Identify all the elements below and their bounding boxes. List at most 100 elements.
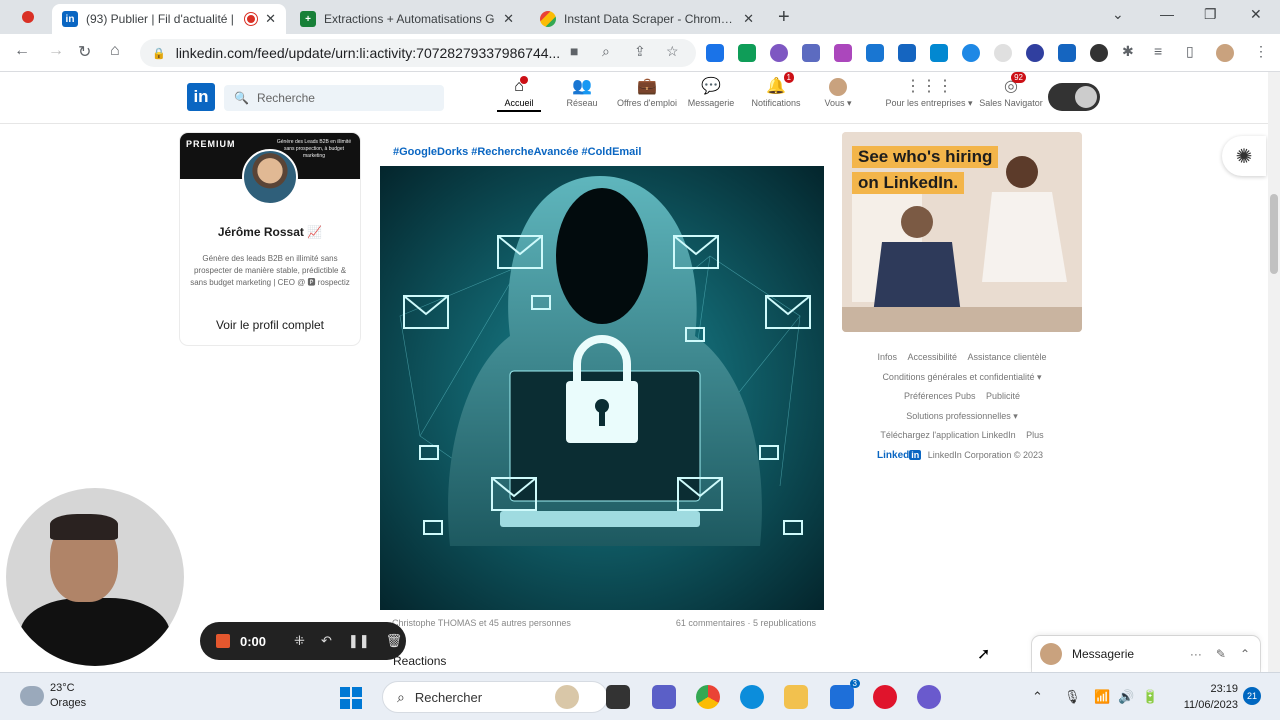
- back-button[interactable]: ←: [14, 42, 30, 60]
- close-window-button[interactable]: ✕: [1250, 6, 1262, 23]
- profile-avatar[interactable]: [1216, 44, 1234, 62]
- extension-icon[interactable]: [1026, 44, 1044, 62]
- page-scrollbar[interactable]: [1268, 72, 1280, 672]
- nav-sales-navigator[interactable]: ◎ 92 Sales Navigator: [976, 72, 1046, 108]
- messaging-bar[interactable]: Messagerie ··· ✎ ⌃: [1032, 636, 1260, 672]
- stop-recording-button[interactable]: [216, 634, 230, 648]
- undo-icon[interactable]: ↶: [321, 633, 332, 649]
- camera-icon[interactable]: ■: [570, 43, 578, 59]
- notifications-center-badge[interactable]: 21: [1243, 687, 1261, 705]
- close-tab-icon[interactable]: ✕: [265, 11, 276, 27]
- footer-link[interactable]: Publicité: [986, 391, 1020, 401]
- search-highlight-icon[interactable]: [555, 685, 579, 709]
- footer-link[interactable]: Assistance clientèle: [968, 352, 1047, 362]
- bookmark-star-icon[interactable]: ☆: [666, 43, 679, 60]
- chevron-up-icon[interactable]: ⌃: [1240, 647, 1250, 661]
- volume-icon[interactable]: 🔊: [1118, 689, 1134, 705]
- more-dots-icon[interactable]: ···: [1190, 647, 1202, 661]
- footer-link[interactable]: Téléchargez l'application LinkedIn: [880, 430, 1015, 440]
- teams-icon[interactable]: [652, 685, 676, 709]
- mail-icon[interactable]: 3: [830, 679, 860, 709]
- address-bar[interactable]: 🔒 linkedin.com/feed/update/urn:li:activi…: [140, 39, 696, 67]
- footer-link[interactable]: Infos: [877, 352, 897, 362]
- profile-headline: Génère des leads B2B en illimité sans pr…: [190, 254, 350, 287]
- post-hashtags[interactable]: #GoogleDorks #RechercheAvancée #ColdEmai…: [393, 146, 641, 158]
- linkedin-logo[interactable]: in: [187, 83, 215, 111]
- reload-button[interactable]: ↻: [78, 42, 91, 62]
- app-icon[interactable]: [917, 685, 941, 709]
- grid-icon[interactable]: ⁜: [294, 633, 305, 649]
- zoom-icon[interactable]: ⌕: [602, 43, 610, 60]
- extension-icon[interactable]: [770, 44, 788, 62]
- chevron-up-icon[interactable]: ⌃: [1032, 689, 1043, 705]
- chatgpt-floating-icon[interactable]: ✺: [1222, 136, 1266, 176]
- ad-headline-1: See who's hiring: [852, 146, 999, 168]
- footer-link[interactable]: Accessibilité: [907, 352, 957, 362]
- battery-icon[interactable]: 🔋: [1142, 689, 1158, 705]
- extension-icon[interactable]: [1058, 44, 1076, 62]
- tab-instant-data-scraper[interactable]: Instant Data Scraper - Chrome W ✕: [530, 4, 764, 34]
- extension-icon[interactable]: [706, 44, 724, 62]
- extension-icon[interactable]: [994, 44, 1012, 62]
- nav-label: Réseau: [566, 98, 598, 108]
- opera-icon[interactable]: [873, 685, 897, 709]
- post-image[interactable]: [380, 166, 824, 610]
- chatgpt-extension-icon[interactable]: [1090, 44, 1108, 62]
- nav-notifications[interactable]: 🔔 1 Notifications: [746, 72, 806, 108]
- extension-icon[interactable]: [898, 44, 916, 62]
- extension-icon[interactable]: [866, 44, 884, 62]
- nav-network[interactable]: 👥 Réseau: [562, 76, 602, 108]
- wifi-icon[interactable]: 📶: [1094, 689, 1110, 705]
- profile-name[interactable]: Jérôme Rossat 📈: [180, 225, 360, 239]
- edge-icon[interactable]: [740, 685, 764, 709]
- reactions-summary[interactable]: Christophe THOMAS et 45 autres personnes: [392, 618, 571, 628]
- incognito-toggle[interactable]: [1048, 83, 1100, 111]
- nav-home[interactable]: ⌂ Accueil: [497, 76, 541, 112]
- tab-extractions[interactable]: + Extractions + Automatisations G ✕: [290, 4, 524, 34]
- search-input[interactable]: 🔍 Recherche: [224, 85, 444, 111]
- system-clock[interactable]: 23:19 11/06/2023: [1168, 681, 1238, 713]
- footer-link[interactable]: Solutions professionnelles ▾: [906, 411, 1018, 421]
- extension-icon[interactable]: [962, 44, 980, 62]
- tab-search-icon[interactable]: ⌄: [1112, 6, 1124, 23]
- share-icon[interactable]: ⇪: [634, 43, 646, 60]
- nav-messaging[interactable]: 💬 Messagerie: [686, 76, 736, 108]
- close-tab-icon[interactable]: ✕: [503, 11, 514, 27]
- ad-banner[interactable]: See who's hiring on LinkedIn.: [842, 132, 1082, 332]
- file-explorer-icon[interactable]: [784, 685, 808, 709]
- reading-list-icon[interactable]: ≡: [1154, 43, 1162, 59]
- menu-dots-icon[interactable]: ⋮: [1254, 43, 1268, 60]
- extension-icon[interactable]: [738, 44, 756, 62]
- chrome-icon[interactable]: [696, 685, 720, 709]
- task-view-icon[interactable]: [606, 685, 630, 709]
- restore-button[interactable]: ❐: [1204, 6, 1217, 23]
- nav-jobs[interactable]: 💼 Offres d'emploi: [612, 76, 682, 108]
- close-tab-icon[interactable]: ✕: [743, 11, 754, 27]
- new-tab-button[interactable]: +: [778, 6, 790, 29]
- nav-business[interactable]: ⋮⋮⋮ Pour les entreprises ▾: [880, 76, 978, 109]
- nav-label: Pour les entreprises ▾: [885, 98, 973, 108]
- profile-avatar[interactable]: [242, 149, 298, 205]
- home-button[interactable]: ⌂: [110, 42, 120, 60]
- footer-link[interactable]: Conditions générales et confidentialité …: [882, 372, 1041, 382]
- pause-icon[interactable]: ❚❚: [348, 633, 370, 649]
- extension-icon[interactable]: [930, 44, 948, 62]
- tab-title: Instant Data Scraper - Chrome W: [564, 12, 736, 26]
- tab-linkedin[interactable]: in (93) Publier | Fil d'actualité | ✕: [52, 4, 286, 34]
- view-full-profile-link[interactable]: Voir le profil complet: [180, 318, 360, 332]
- side-panel-icon[interactable]: ▯: [1186, 43, 1194, 60]
- compose-icon[interactable]: ✎: [1216, 647, 1226, 661]
- footer-link[interactable]: Préférences Pubs: [904, 391, 976, 401]
- puzzle-icon[interactable]: ✱: [1122, 43, 1134, 60]
- extension-icon[interactable]: [834, 44, 852, 62]
- nav-me[interactable]: Vous ▾: [818, 76, 858, 109]
- weather-widget[interactable]: 23°C Orages: [20, 681, 86, 711]
- comments-reposts-count[interactable]: 61 commentaires · 5 republications: [676, 618, 816, 628]
- windows-start-button[interactable]: [340, 687, 362, 709]
- extension-icon[interactable]: [802, 44, 820, 62]
- forward-button[interactable]: →: [48, 42, 64, 60]
- trash-icon[interactable]: 🗑: [386, 633, 403, 649]
- microphone-icon[interactable]: 🎙: [1064, 689, 1081, 705]
- minimize-button[interactable]: —: [1160, 6, 1174, 22]
- footer-link[interactable]: Plus: [1026, 430, 1044, 440]
